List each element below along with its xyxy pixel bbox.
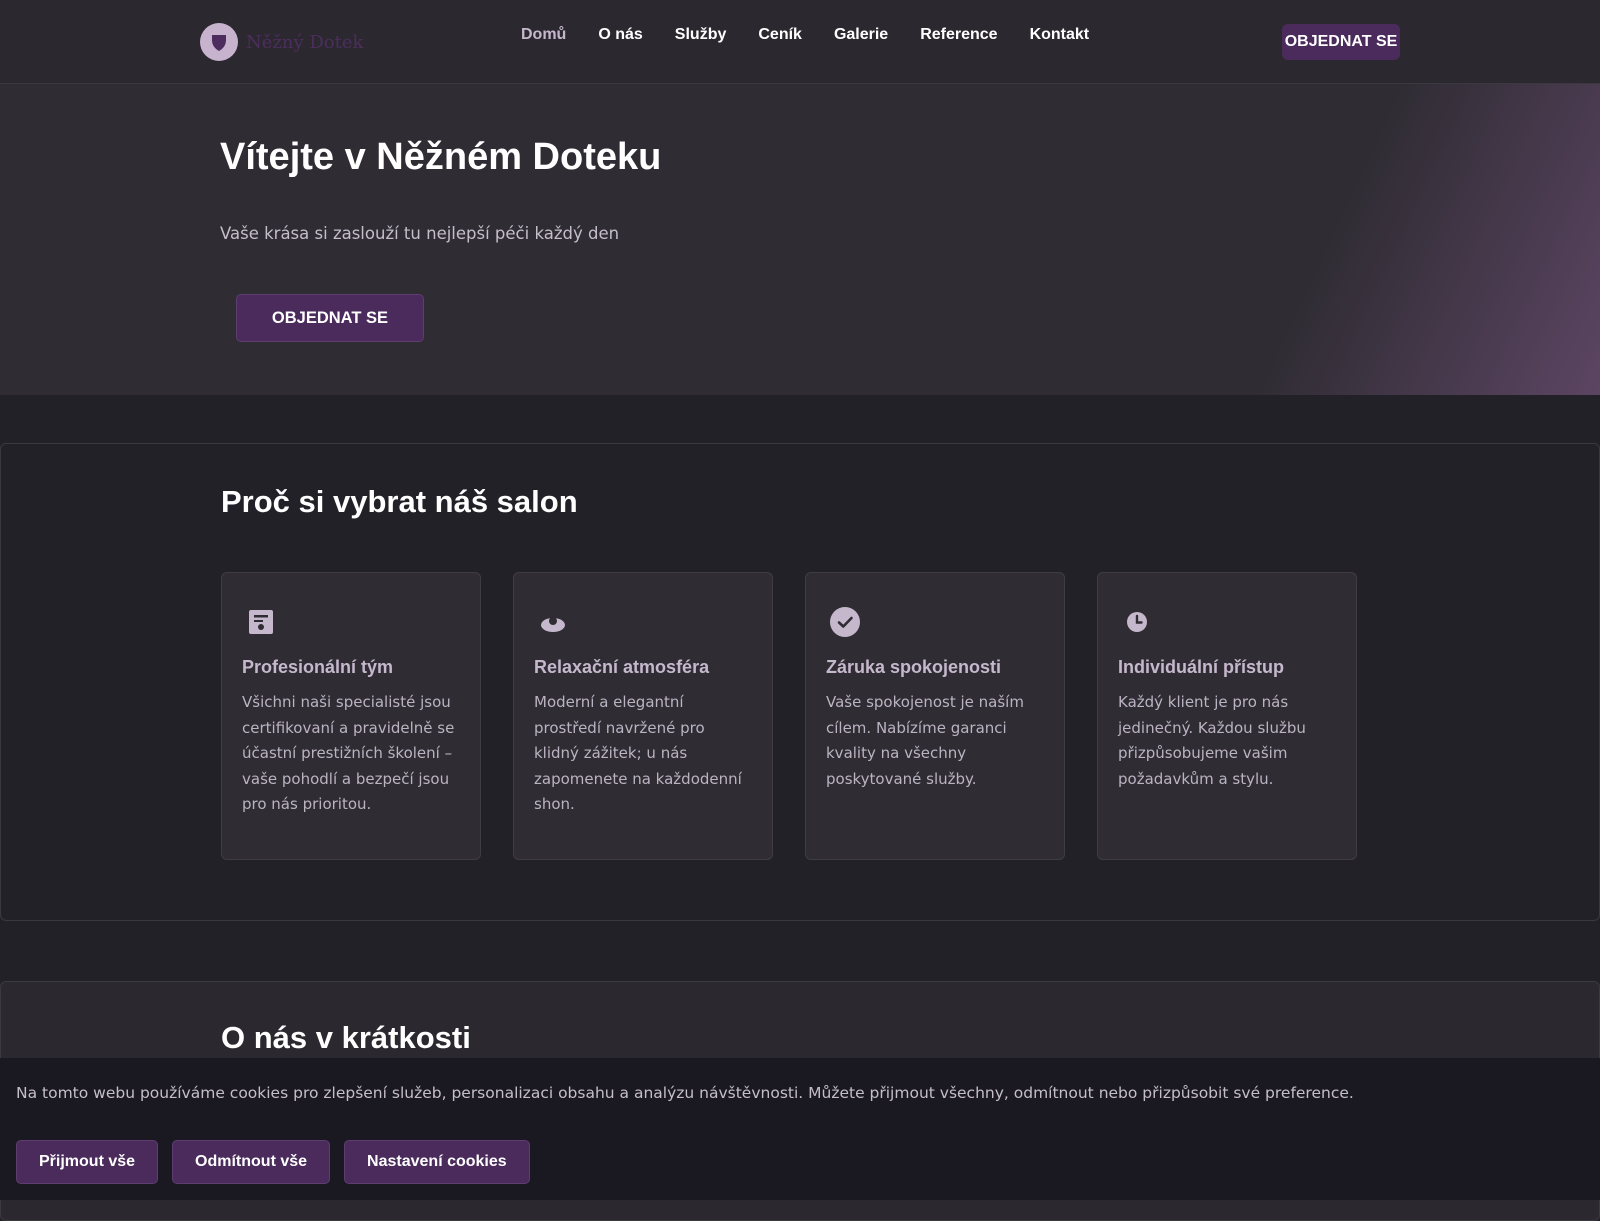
feature-card: Individuální přístup Každý klient je pro… bbox=[1097, 572, 1357, 860]
site-header: Něžný Dotek Domů O nás Služby Ceník Gale… bbox=[0, 0, 1600, 84]
brand-name: Něžný Dotek bbox=[246, 31, 364, 53]
hero-section: Vítejte v Něžném Doteku Vaše krása si za… bbox=[0, 84, 1600, 395]
hero-subtitle: Vaše krása si zaslouží tu nejlepší péči … bbox=[220, 224, 620, 243]
feature-card-title: Záruka spokojenosti bbox=[826, 657, 1002, 677]
feature-card-text: Moderní a elegantní prostředí navržené p… bbox=[534, 693, 742, 813]
feature-card-text: Všichni naši specialisté jsou certifikov… bbox=[242, 693, 455, 813]
brand[interactable]: Něžný Dotek bbox=[200, 23, 363, 61]
bowl-icon bbox=[541, 617, 565, 632]
reject-all-button[interactable]: Odmítnout vše bbox=[172, 1140, 331, 1184]
feature-card-title: Individuální přístup bbox=[1118, 657, 1284, 677]
clock-icon bbox=[1127, 612, 1147, 632]
nav-item-sluzby[interactable]: Služby bbox=[675, 26, 727, 44]
nav-item-kontakt[interactable]: Kontakt bbox=[1030, 26, 1090, 44]
feature-card: Záruka spokojenosti Vaše spokojenost je … bbox=[805, 572, 1065, 860]
nav-item-cenik[interactable]: Ceník bbox=[758, 26, 802, 44]
feature-card-title: Relaxační atmosféra bbox=[534, 657, 710, 677]
feature-card-title: Profesionální tým bbox=[242, 657, 394, 677]
header-order-button[interactable]: OBJEDNAT SE bbox=[1282, 24, 1400, 60]
accept-all-button[interactable]: Přijmout vše bbox=[16, 1140, 159, 1184]
feature-card-text: Každý klient je pro nás jedinečný. Každo… bbox=[1118, 693, 1306, 788]
cookie-buttons: Přijmout vše Odmítnout vše Nastavení coo… bbox=[16, 1140, 544, 1184]
shield-heart-logo-icon bbox=[200, 23, 238, 61]
about-title: O nás v krátkosti bbox=[221, 1020, 471, 1055]
hero-title: Vítejte v Něžném Doteku bbox=[220, 136, 662, 178]
nav-item-domu[interactable]: Domů bbox=[521, 26, 566, 44]
nav-item-reference[interactable]: Reference bbox=[920, 26, 997, 44]
why-us-title: Proč si vybrat náš salon bbox=[221, 484, 578, 519]
cookie-settings-button[interactable]: Nastavení cookies bbox=[344, 1140, 530, 1184]
cookie-banner: Na tomto webu používáme cookies pro zlep… bbox=[0, 1058, 1600, 1200]
main-nav: Domů O nás Služby Ceník Galerie Referenc… bbox=[521, 26, 1121, 44]
feature-card-text: Vaše spokojenost je naším cílem. Nabízím… bbox=[826, 693, 1024, 788]
nav-item-o-nas[interactable]: O nás bbox=[598, 26, 642, 44]
feature-card: Profesionální tým Všichni naši specialis… bbox=[221, 572, 481, 860]
cookie-text: Na tomto webu používáme cookies pro zlep… bbox=[16, 1084, 1354, 1102]
hero-order-button[interactable]: OBJEDNAT SE bbox=[236, 294, 424, 342]
check-circle-icon bbox=[830, 607, 860, 637]
feature-card: Relaxační atmosféra Moderní a elegantní … bbox=[513, 572, 773, 860]
nav-item-galerie[interactable]: Galerie bbox=[834, 26, 888, 44]
feature-cards: Profesionální tým Všichni naši specialis… bbox=[221, 572, 1389, 860]
calculator-icon bbox=[249, 610, 273, 634]
why-us-section: Proč si vybrat náš salon Profesionální t… bbox=[0, 443, 1600, 921]
